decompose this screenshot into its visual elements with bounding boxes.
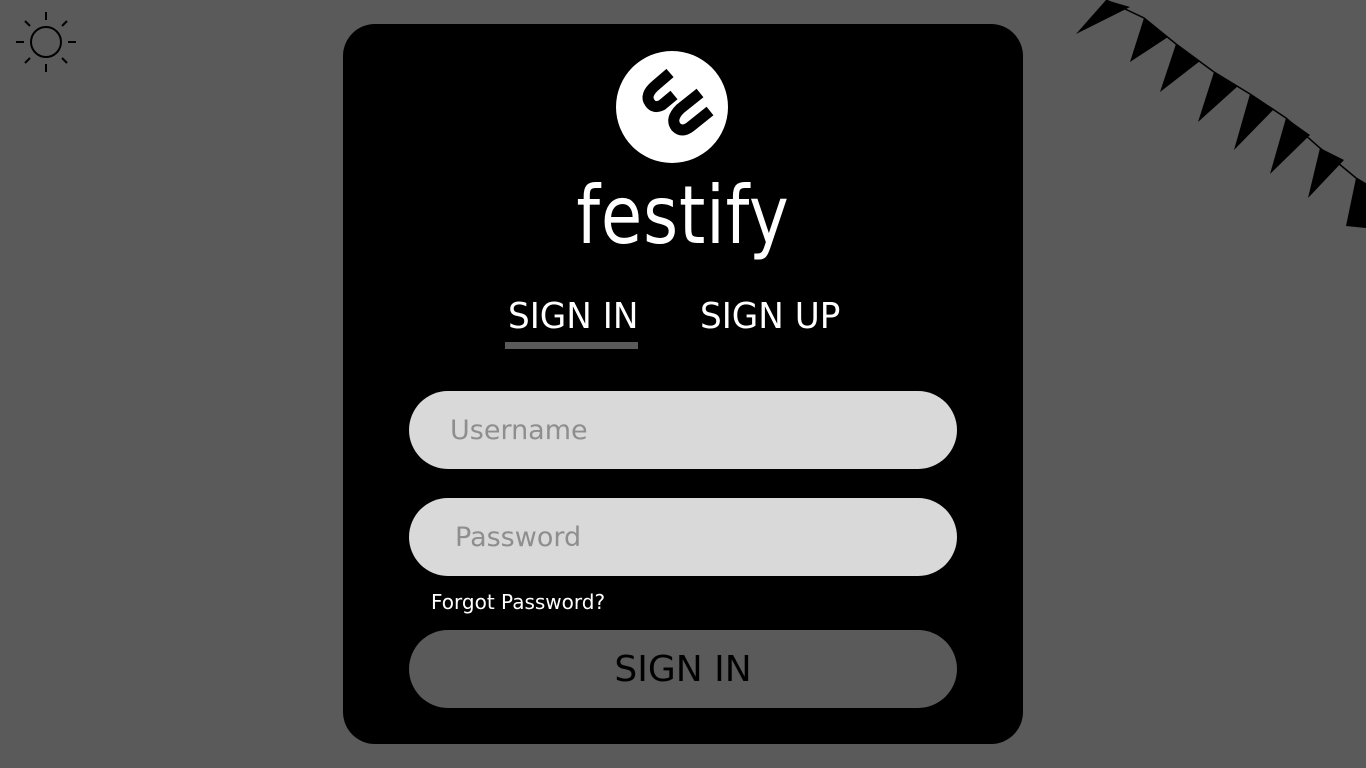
login-card: festify SIGN IN SIGN UP Forgot Password?… (343, 24, 1023, 744)
brand-name: festify (576, 169, 790, 262)
tab-sign-in[interactable]: SIGN IN (508, 294, 638, 340)
forgot-password-link[interactable]: Forgot Password? (431, 589, 605, 615)
festify-logo-icon (616, 51, 728, 163)
active-tab-indicator (505, 342, 638, 349)
auth-tabs: SIGN IN SIGN UP (343, 294, 1023, 354)
tab-sign-up[interactable]: SIGN UP (700, 294, 840, 340)
theme-toggle-button[interactable] (14, 10, 78, 74)
username-input[interactable] (409, 391, 957, 469)
sign-in-button[interactable]: SIGN IN (409, 630, 957, 708)
password-input[interactable] (409, 498, 957, 576)
sun-icon (16, 12, 76, 72)
bunting-flags-icon (1076, 0, 1366, 228)
